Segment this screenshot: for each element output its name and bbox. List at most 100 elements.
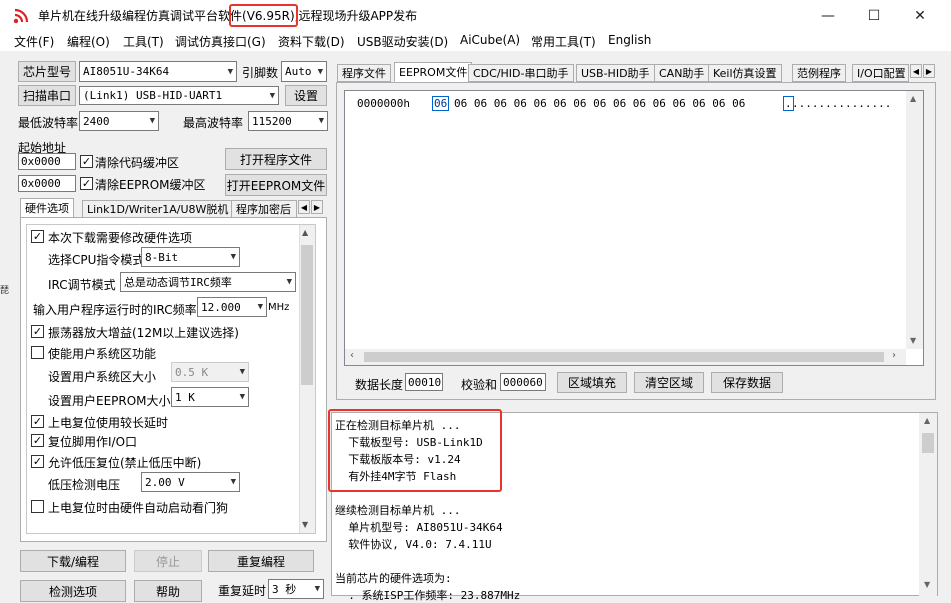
scroll-up-icon[interactable]: ▲ [302, 228, 308, 237]
title-prefix: 单片机在线升级编程仿真调试平台软件 [38, 9, 243, 23]
hex-scroll-up-icon[interactable]: ▲ [910, 94, 916, 103]
chip-model-select[interactable]: AI8051U-34K64 ▼ [79, 61, 237, 82]
menu-debug[interactable]: 调试仿真接口(G) [175, 33, 266, 50]
tab-examples[interactable]: 范例程序 [792, 64, 846, 82]
min-baud-label: 最低波特率 [18, 116, 79, 130]
hex-selected-byte[interactable]: 06 [432, 96, 450, 111]
chip-model-value: AI8051U-34K64 [83, 65, 170, 78]
maximize-button[interactable]: ☐ [851, 0, 897, 31]
repeat-delay-value: 3 秒 [272, 583, 297, 596]
hex-scroll-right-icon[interactable]: › [892, 350, 896, 361]
min-baud-select[interactable]: 2400 ▼ [79, 111, 159, 131]
clear-eeprom-checkbox[interactable]: ✓ [80, 177, 93, 190]
help-button[interactable]: 帮助 [134, 580, 202, 602]
save-data-button[interactable]: 保存数据 [711, 372, 783, 393]
open-eeprom-file-button[interactable]: 打开EEPROM文件 [225, 174, 327, 196]
irc-freq-select[interactable]: 12.000 ▼ [197, 297, 267, 317]
tab-usb-hid[interactable]: USB-HID助手 [576, 64, 655, 82]
reset-pin-io-checkbox[interactable]: ✓ [31, 434, 44, 447]
menu-english[interactable]: English [608, 33, 651, 47]
repeat-program-button[interactable]: 重复编程 [208, 550, 314, 572]
detect-options-button[interactable]: 检测选项 [20, 580, 126, 602]
title-suffix: 远程现场升级APP发布 [298, 9, 418, 23]
clear-area-button[interactable]: 清空区域 [634, 372, 704, 393]
app-icon [12, 7, 30, 25]
tab-cdc-hid-serial[interactable]: CDC/HID-串口助手 [468, 64, 574, 82]
scroll-thumb[interactable] [301, 245, 313, 385]
menu-tools[interactable]: 工具(T) [123, 33, 164, 50]
lvd-voltage-value: 2.00 V [145, 475, 185, 489]
user-sys-area-label: 使能用户系统区功能 [48, 347, 157, 361]
log-scroll-down-icon[interactable]: ▼ [924, 580, 930, 589]
sys-size-select[interactable]: 0.5 K ▼ [171, 362, 249, 382]
fill-area-button[interactable]: 区域填充 [557, 372, 627, 393]
scan-port-button[interactable]: 扫描串口 [18, 85, 76, 106]
irc-mode-label: IRC调节模式 [48, 278, 116, 292]
settings-button[interactable]: 设置 [285, 85, 327, 106]
code-address-input[interactable]: 0x0000 [18, 153, 76, 170]
tab-io-config[interactable]: I/O口配置 [852, 64, 909, 82]
stop-button[interactable]: 停止 [134, 550, 202, 572]
tab-eeprom-file[interactable]: EEPROM文件 [394, 62, 473, 82]
log-scroll-up-icon[interactable]: ▲ [924, 416, 930, 425]
long-reset-delay-checkbox[interactable]: ✓ [31, 415, 44, 428]
repeat-delay-select[interactable]: 3 秒 ▼ [268, 579, 324, 599]
hex-hscroll-thumb[interactable] [364, 352, 884, 362]
eeprom-size-select[interactable]: 1 K ▼ [171, 387, 249, 407]
user-sys-area-checkbox[interactable] [31, 346, 44, 359]
cpu-mode-value: 8-Bit [145, 250, 179, 264]
hw-watchdog-checkbox[interactable] [31, 500, 44, 513]
port-select[interactable]: (Link1) USB-HID-UART1 ▼ [79, 86, 279, 105]
cpu-mode-select[interactable]: 8-Bit ▼ [141, 247, 240, 267]
hex-view[interactable] [344, 90, 924, 366]
eeprom-size-label: 设置用户EEPROM大小 [48, 394, 171, 408]
hex-vscrollbar[interactable] [906, 91, 923, 349]
eeprom-size-value: 1 K [175, 390, 195, 404]
download-program-button[interactable]: 下载/编程 [20, 550, 126, 572]
menu-download[interactable]: 资料下载(D) [278, 33, 345, 50]
osc-gain-label: 振荡器放大增益(12M以上建议选择) [48, 326, 239, 340]
open-program-file-button[interactable]: 打开程序文件 [225, 148, 327, 170]
checksum-input[interactable]: 000060 [500, 373, 546, 391]
menu-common-tools[interactable]: 常用工具(T) [531, 33, 596, 50]
pins-value: Auto [285, 65, 312, 78]
data-length-input[interactable]: 00010 [405, 373, 443, 391]
tab-keil-sim[interactable]: Keil仿真设置 [708, 64, 782, 82]
menu-program[interactable]: 编程(O) [67, 33, 110, 50]
log-scroll-thumb[interactable] [922, 433, 934, 453]
chevron-down-icon: ▼ [317, 66, 323, 77]
tab-hardware-options[interactable]: 硬件选项 [20, 198, 74, 218]
close-button[interactable]: ✕ [897, 0, 943, 31]
log-line: 当前芯片的硬件选项为: [335, 572, 452, 585]
sys-size-value: 0.5 K [175, 365, 209, 379]
chip-model-button[interactable]: 芯片型号 [18, 61, 76, 82]
menu-aicube[interactable]: AiCube(A) [460, 33, 520, 47]
menu-file[interactable]: 文件(F) [14, 33, 54, 50]
hex-scroll-left-icon[interactable]: ‹ [350, 350, 354, 361]
pins-label: 引脚数 [242, 66, 279, 80]
modify-hw-options-checkbox[interactable]: ✓ [31, 230, 44, 243]
tab-program-file[interactable]: 程序文件 [337, 64, 391, 82]
tab-can[interactable]: CAN助手 [654, 64, 710, 82]
low-voltage-reset-checkbox[interactable]: ✓ [31, 455, 44, 468]
right-tab-scroll-left-icon[interactable]: ◀ [910, 64, 922, 78]
minimize-button[interactable]: — [805, 0, 851, 31]
hw-watchdog-label: 上电复位时由硬件自动启动看门狗 [48, 501, 229, 515]
osc-gain-checkbox[interactable]: ✓ [31, 325, 44, 338]
hex-scroll-down-icon[interactable]: ▼ [910, 336, 916, 345]
lvd-voltage-select[interactable]: 2.00 V ▼ [141, 472, 240, 492]
right-tab-scroll-right-icon[interactable]: ▶ [923, 64, 935, 78]
pins-select[interactable]: Auto ▼ [281, 61, 327, 82]
eeprom-address-input[interactable]: 0x0000 [18, 175, 76, 192]
tab-scroll-right-icon[interactable]: ▶ [311, 200, 323, 214]
clear-code-checkbox[interactable]: ✓ [80, 155, 93, 168]
irc-mode-select[interactable]: 总是动态调节IRC频率 ▼ [120, 272, 296, 292]
max-baud-select[interactable]: 115200 ▼ [248, 111, 328, 131]
chevron-down-icon: ▼ [239, 367, 245, 377]
menu-usb-driver[interactable]: USB驱动安装(D) [357, 33, 448, 50]
scroll-down-icon[interactable]: ▼ [302, 520, 308, 529]
tab-program-encrypt[interactable]: 程序加密后 [231, 200, 297, 218]
tab-scroll-left-icon[interactable]: ◀ [298, 200, 310, 214]
tab-link1d-offline[interactable]: Link1D/Writer1A/U8W脱机 [82, 200, 234, 218]
reset-pin-io-label: 复位脚用作I/O口 [48, 435, 138, 449]
